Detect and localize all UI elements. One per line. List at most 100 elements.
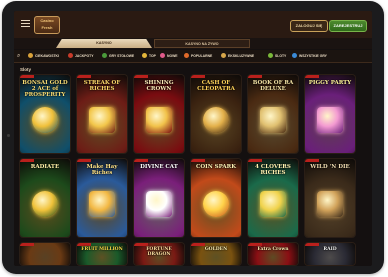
provider-badge xyxy=(305,159,319,162)
game-tile[interactable]: WILD 'N DIE xyxy=(305,159,355,237)
game-title: GOLDEN xyxy=(204,247,228,252)
game-artwork xyxy=(203,191,229,217)
provider-badge xyxy=(191,75,205,78)
provider-badge xyxy=(134,159,148,162)
provider-badge xyxy=(20,243,34,246)
category-popular[interactable]: POPULARNE xyxy=(184,52,212,60)
game-tile[interactable]: COIN SPARK xyxy=(191,159,241,237)
category-curiosities[interactable]: CIEKAWOSTKI xyxy=(28,52,59,60)
tab-live-casino[interactable]: KASYNO NA ŻYWO xyxy=(154,39,250,48)
tab-casino[interactable]: KASYNO xyxy=(56,39,152,48)
category-label: GRY STOŁOWE xyxy=(109,54,135,58)
game-title: 4 CLOVERS RICHES xyxy=(255,164,291,176)
game-artwork xyxy=(317,107,343,133)
game-title: WILD 'N DIE xyxy=(310,164,350,170)
coin-icon xyxy=(28,53,33,59)
game-tile[interactable]: BOOK OF RA DELUXE xyxy=(248,75,298,153)
category-label: NOWE xyxy=(167,54,178,58)
provider-badge xyxy=(77,159,91,162)
game-artwork xyxy=(32,191,58,217)
game-title: CASH OF CLEOPATRA xyxy=(197,80,235,92)
category-label: TOP xyxy=(149,54,156,58)
category-label: CIEKAWOSTKI xyxy=(35,54,59,58)
game-tile[interactable]: Make Hay Riches xyxy=(77,159,127,237)
category-top[interactable]: TOP xyxy=(142,52,156,60)
fire-icon xyxy=(184,53,189,59)
game-title: RADIATE xyxy=(30,164,60,170)
game-title: PIGGY PARTY xyxy=(308,80,352,86)
category-label: POPULARNE xyxy=(191,54,213,58)
game-artwork xyxy=(203,107,229,133)
provider-badge xyxy=(134,75,148,78)
category-label: EKSKLUZYWNE xyxy=(228,54,255,58)
game-title: BOOK OF RA DELUXE xyxy=(252,80,294,92)
game-artwork xyxy=(89,191,115,217)
provider-badge xyxy=(248,243,262,246)
login-button[interactable]: ZALOGUJ SIĘ xyxy=(290,20,328,32)
game-tile[interactable]: 4 CLOVERS RICHES xyxy=(248,159,298,237)
game-title: BONSAI GOLD 2 ACE of PROSPERITY xyxy=(22,80,68,98)
grid-icon xyxy=(292,53,297,59)
category-bar: ⌕ CIEKAWOSTKI JACKPOTY GRY STOŁOWE TOP N… xyxy=(14,50,372,63)
game-title: Make Hay Riches xyxy=(86,164,118,176)
category-label: WSZYSTKIE GRY xyxy=(299,54,327,58)
provider-badge xyxy=(134,243,148,246)
game-artwork xyxy=(146,191,172,217)
provider-badge xyxy=(77,243,91,246)
game-title: SHINING CROWN xyxy=(144,80,174,92)
game-tile[interactable]: GOLDEN xyxy=(191,243,241,265)
game-tile[interactable]: FORTUNE DRAGON xyxy=(134,243,184,265)
game-tile[interactable] xyxy=(20,243,70,265)
game-title: DIVINE CAT xyxy=(140,164,178,170)
menu-icon[interactable] xyxy=(21,20,30,27)
category-all-games[interactable]: WSZYSTKIE GRY xyxy=(292,52,327,60)
top-header: Casino Fresh ZALOGUJ SIĘ ZAREJESTRUJ xyxy=(14,11,372,39)
game-title: Extra Crown xyxy=(257,247,289,252)
category-exclusive[interactable]: EKSKLUZYWNE xyxy=(221,52,254,60)
sparkle-icon xyxy=(160,53,165,59)
game-tile[interactable]: FRUIT MILLION xyxy=(77,243,127,265)
category-label: JACKPOTY xyxy=(75,54,94,58)
app-screen: Casino Fresh ZALOGUJ SIĘ ZAREJESTRUJ KAS… xyxy=(14,11,372,266)
jackpot-icon xyxy=(68,53,73,59)
game-title: COIN SPARK xyxy=(195,164,236,170)
game-title: FRUIT MILLION xyxy=(81,247,123,252)
provider-badge xyxy=(20,75,34,78)
game-title: STREAK OF RICHES xyxy=(83,80,121,92)
game-tile[interactable]: DIVINE CAT xyxy=(134,159,184,237)
category-jackpots[interactable]: JACKPOTY xyxy=(68,52,93,60)
cards-icon xyxy=(102,53,107,59)
game-artwork xyxy=(32,107,58,133)
game-tile[interactable]: RADIATE xyxy=(20,159,70,237)
game-tile[interactable]: STREAK OF RICHES xyxy=(77,75,127,153)
camera-dot xyxy=(7,134,10,137)
provider-badge xyxy=(191,159,205,162)
provider-badge xyxy=(191,243,205,246)
register-button[interactable]: ZAREJESTRUJ xyxy=(329,20,367,32)
section-tabs: KASYNO KASYNO NA ŻYWO xyxy=(14,38,372,49)
provider-badge xyxy=(248,159,262,162)
tablet-frame: Casino Fresh ZALOGUJ SIĘ ZAREJESTRUJ KAS… xyxy=(2,1,384,274)
game-tile[interactable]: PIGGY PARTY xyxy=(305,75,355,153)
game-artwork xyxy=(89,107,115,133)
provider-badge xyxy=(77,75,91,78)
crown-icon xyxy=(221,53,226,59)
game-tile[interactable]: SHINING CROWN xyxy=(134,75,184,153)
category-table-games[interactable]: GRY STOŁOWE xyxy=(102,52,134,60)
game-tile[interactable]: CASH OF CLEOPATRA xyxy=(191,75,241,153)
game-tile[interactable]: RAID xyxy=(305,243,355,265)
star-icon xyxy=(142,53,147,59)
game-tile[interactable]: BONSAI GOLD 2 ACE of PROSPERITY xyxy=(20,75,70,153)
provider-badge xyxy=(305,243,319,246)
search-icon[interactable]: ⌕ xyxy=(17,52,25,60)
category-new[interactable]: NOWE xyxy=(160,52,178,60)
game-artwork xyxy=(317,191,343,217)
category-label: SLOTY xyxy=(275,54,287,58)
provider-badge xyxy=(305,75,319,78)
game-title: FORTUNE DRAGON xyxy=(146,247,172,257)
casino-logo[interactable]: Casino Fresh xyxy=(34,16,60,34)
game-title: RAID xyxy=(323,247,337,252)
game-tile[interactable]: Extra Crown xyxy=(248,243,298,265)
provider-badge xyxy=(20,159,34,162)
category-slots[interactable]: SLOTY xyxy=(268,52,286,60)
